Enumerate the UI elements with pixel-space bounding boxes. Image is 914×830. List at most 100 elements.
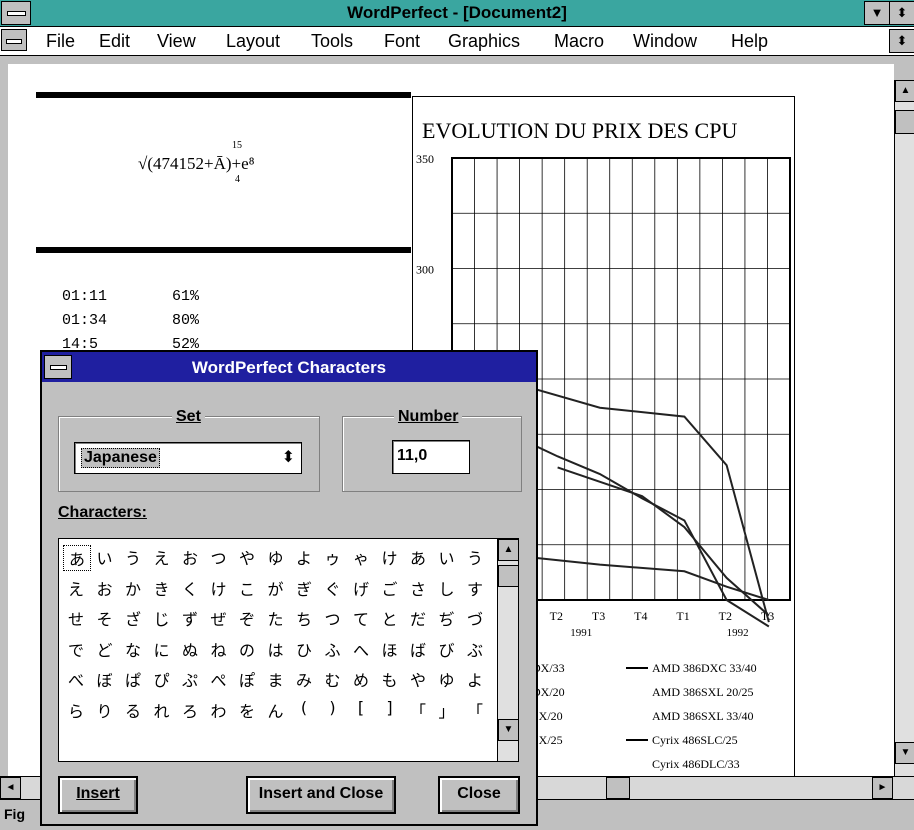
character-cell[interactable]: た [263, 606, 289, 630]
character-cell[interactable]: そ [92, 606, 118, 630]
character-cell[interactable]: や [234, 545, 260, 569]
character-cell[interactable]: ぷ [177, 667, 203, 691]
character-cell[interactable]: す [462, 576, 488, 600]
character-cell[interactable]: ( [291, 698, 317, 717]
character-cell[interactable]: さ [405, 576, 431, 600]
character-cell[interactable]: 「 [462, 698, 488, 722]
character-cell[interactable]: ぐ [320, 576, 346, 600]
set-dropdown[interactable]: Japanese ⬍ [74, 442, 302, 474]
scroll-right-button[interactable]: ► [872, 777, 893, 799]
character-cell[interactable]: わ [206, 698, 232, 722]
character-cell[interactable]: あ [405, 545, 431, 569]
menu-graphics[interactable]: Graphics [448, 31, 520, 52]
doc-restore-button[interactable]: ⬍ [889, 29, 914, 53]
scroll-down-button[interactable]: ▼ [895, 742, 914, 764]
character-cell[interactable]: ぞ [234, 606, 260, 630]
scroll-thumb[interactable] [895, 110, 914, 134]
character-cell[interactable]: ぜ [206, 606, 232, 630]
character-cell[interactable]: を [234, 698, 260, 722]
menu-macro[interactable]: Macro [554, 31, 604, 52]
character-cell[interactable]: ざ [120, 606, 146, 630]
character-cell[interactable]: は [263, 637, 289, 661]
character-cell[interactable]: く [177, 576, 203, 600]
character-cell[interactable]: ぺ [206, 667, 232, 691]
character-cell[interactable]: ろ [177, 698, 203, 722]
character-cell[interactable]: か [120, 576, 146, 600]
character-cell[interactable]: ぽ [234, 667, 260, 691]
character-cell[interactable]: れ [149, 698, 175, 722]
character-cell[interactable]: め [348, 667, 374, 691]
character-cell[interactable]: け [377, 545, 403, 569]
menu-view[interactable]: View [157, 31, 196, 52]
character-cell[interactable]: や [405, 667, 431, 691]
character-cell[interactable]: こ [234, 576, 260, 600]
character-cell[interactable]: ぬ [177, 637, 203, 661]
insert-button[interactable]: Insert [58, 776, 138, 814]
character-cell[interactable]: せ [63, 606, 89, 630]
character-cell[interactable]: ぱ [120, 667, 146, 691]
restore-button[interactable]: ⬍ [889, 1, 914, 25]
character-cell[interactable]: り [92, 698, 118, 722]
character-cell[interactable]: ) [320, 698, 346, 717]
character-cell[interactable]: へ [348, 637, 374, 661]
character-cell[interactable]: づ [462, 606, 488, 630]
character-cell[interactable]: ゥ [320, 545, 346, 569]
character-cell[interactable]: ご [377, 576, 403, 600]
character-cell[interactable]: ゃ [348, 545, 374, 569]
character-cell[interactable]: べ [63, 667, 89, 691]
dialog-title-bar[interactable]: WordPerfect Characters [42, 352, 536, 382]
character-cell[interactable]: げ [348, 576, 374, 600]
character-cell[interactable]: て [348, 606, 374, 630]
character-cell[interactable]: み [291, 667, 317, 691]
character-cell[interactable]: [ [348, 698, 374, 717]
character-cell[interactable]: ん [263, 698, 289, 722]
character-cell[interactable]: ほ [377, 637, 403, 661]
character-cell[interactable]: う [462, 545, 488, 569]
character-cell[interactable]: ば [405, 637, 431, 661]
character-cell[interactable]: え [63, 576, 89, 600]
character-cell[interactable]: ぢ [434, 606, 460, 630]
character-cell[interactable]: つ [320, 606, 346, 630]
character-cell[interactable]: と [377, 606, 403, 630]
grid-scrollbar[interactable]: ▲ ▼ [497, 538, 519, 762]
character-cell[interactable]: じ [149, 606, 175, 630]
character-cell[interactable]: い [434, 545, 460, 569]
character-cell[interactable]: い [92, 545, 118, 569]
character-cell[interactable]: ] [377, 698, 403, 717]
character-cell[interactable]: よ [291, 545, 317, 569]
menu-help[interactable]: Help [731, 31, 768, 52]
character-cell[interactable]: び [434, 637, 460, 661]
character-cell[interactable]: け [206, 576, 232, 600]
character-grid[interactable]: あいうえおつやゆよゥゃけあいうえおかきくけこがぎぐげごさしすせそざじずぜぞたちつ… [58, 538, 519, 762]
character-cell[interactable]: に [149, 637, 175, 661]
hscroll-thumb[interactable] [606, 777, 630, 799]
character-cell[interactable]: ゆ [263, 545, 289, 569]
vertical-scrollbar[interactable]: ▲ ▼ [894, 80, 914, 776]
character-cell[interactable]: お [177, 545, 203, 569]
character-cell[interactable]: ち [291, 606, 317, 630]
character-cell[interactable]: だ [405, 606, 431, 630]
character-cell[interactable]: ぎ [291, 576, 317, 600]
character-cell[interactable]: ず [177, 606, 203, 630]
character-cell[interactable]: え [149, 545, 175, 569]
character-cell[interactable]: る [120, 698, 146, 722]
menu-layout[interactable]: Layout [226, 31, 280, 52]
character-cell[interactable]: ふ [320, 637, 346, 661]
character-cell[interactable]: 」 [434, 698, 460, 722]
menu-tools[interactable]: Tools [311, 31, 353, 52]
scroll-left-button[interactable]: ◄ [0, 777, 21, 799]
character-cell[interactable]: む [320, 667, 346, 691]
character-cell[interactable]: な [120, 637, 146, 661]
number-input[interactable]: 11,0 [392, 440, 470, 474]
insert-and-close-button[interactable]: Insert and Close [246, 776, 396, 814]
character-cell[interactable]: ぼ [92, 667, 118, 691]
menu-font[interactable]: Font [384, 31, 420, 52]
character-cell[interactable]: ら [63, 698, 89, 722]
grid-scroll-thumb[interactable] [498, 565, 519, 587]
character-cell[interactable]: ひ [291, 637, 317, 661]
character-cell[interactable]: ゆ [434, 667, 460, 691]
character-cell[interactable]: の [234, 637, 260, 661]
character-cell[interactable]: ぶ [462, 637, 488, 661]
minimize-button[interactable]: ▼ [864, 1, 890, 25]
menu-edit[interactable]: Edit [99, 31, 130, 52]
